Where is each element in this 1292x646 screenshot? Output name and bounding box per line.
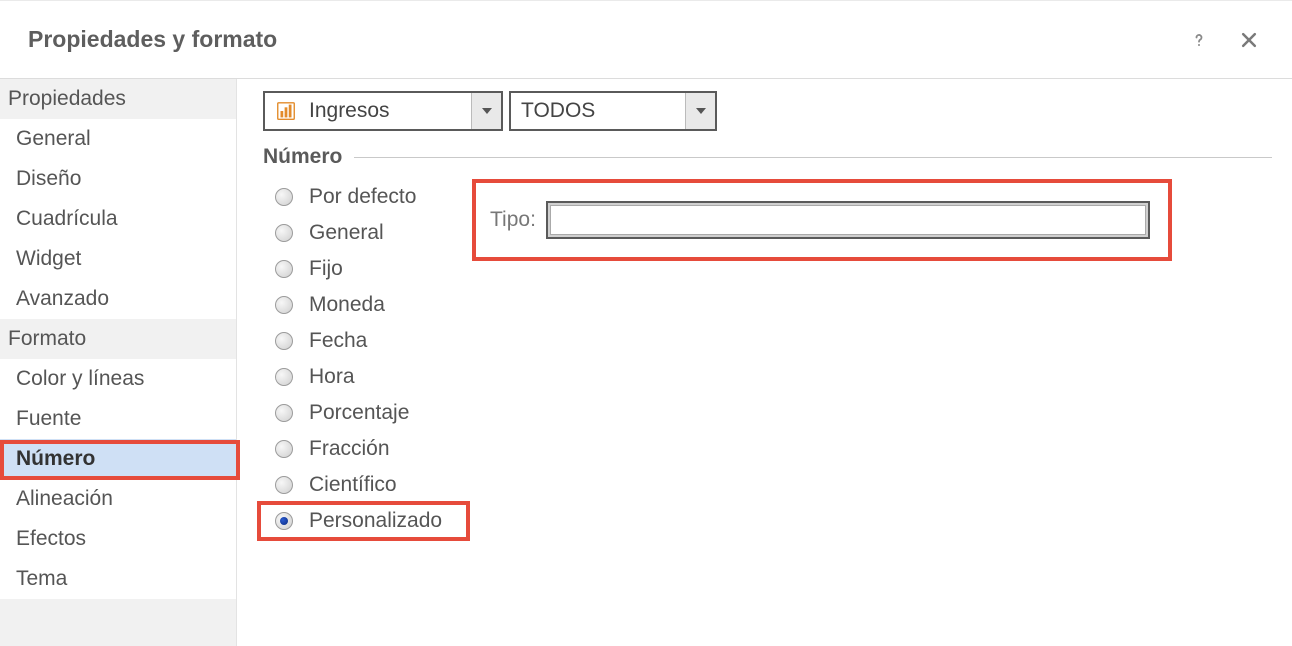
radio-icon [275, 224, 293, 242]
radio-hora[interactable]: Hora [271, 359, 462, 395]
sidebar-section-propiedades: Propiedades [0, 79, 236, 119]
fieldset-title-text: Número [263, 145, 342, 169]
dialog-body: Propiedades General Diseño Cuadrícula Wi… [0, 79, 1292, 646]
radio-general[interactable]: General [271, 215, 462, 251]
type-input-highlight: Tipo: [472, 179, 1172, 261]
radio-icon [275, 476, 293, 494]
radio-label: Hora [309, 365, 355, 389]
sidebar-item-widget[interactable]: Widget [0, 239, 236, 279]
radio-icon [275, 440, 293, 458]
sidebar-item-numero[interactable]: Número [0, 439, 236, 479]
radio-fraccion[interactable]: Fracción [271, 431, 462, 467]
radio-label: Fecha [309, 329, 367, 353]
radio-fijo[interactable]: Fijo [271, 251, 462, 287]
radio-label: Científico [309, 473, 397, 497]
radio-label: Fijo [309, 257, 343, 281]
radio-label: General [309, 221, 384, 245]
metric-select[interactable]: Ingresos [263, 91, 503, 131]
main-panel: Ingresos TODOS Número [237, 79, 1292, 646]
type-input[interactable] [550, 205, 1146, 235]
radio-label: Por defecto [309, 185, 416, 209]
radio-icon [275, 404, 293, 422]
metric-select-label: Ingresos [309, 99, 471, 123]
radio-icon [275, 332, 293, 350]
radio-label: Moneda [309, 293, 385, 317]
radio-label: Fracción [309, 437, 390, 461]
radio-icon [275, 296, 293, 314]
sidebar-item-color-lineas[interactable]: Color y líneas [0, 359, 236, 399]
sidebar-item-alineacion[interactable]: Alineación [0, 479, 236, 519]
radio-porcentaje[interactable]: Porcentaje [271, 395, 462, 431]
sidebar-item-general[interactable]: General [0, 119, 236, 159]
number-format-radios: Por defecto General Fijo Moneda [257, 179, 462, 539]
radio-personalizado-highlight: Personalizado [271, 503, 462, 539]
radio-moneda[interactable]: Moneda [271, 287, 462, 323]
radio-icon [275, 512, 293, 530]
sidebar-item-avanzado[interactable]: Avanzado [0, 279, 236, 319]
sidebar-section-formato: Formato [0, 319, 236, 359]
sidebar-item-diseno[interactable]: Diseño [0, 159, 236, 199]
divider [354, 157, 1272, 158]
chevron-down-icon [471, 93, 501, 129]
fieldset-title: Número [263, 145, 1272, 169]
help-icon[interactable] [1186, 27, 1212, 53]
radio-icon [275, 188, 293, 206]
radio-label: Porcentaje [309, 401, 409, 425]
scope-select[interactable]: TODOS [509, 91, 717, 131]
titlebar: Propiedades y formato [0, 1, 1292, 79]
chevron-down-icon [685, 93, 715, 129]
dialog-title: Propiedades y formato [28, 26, 277, 53]
radio-cientifico[interactable]: Científico [271, 467, 462, 503]
radio-icon [275, 368, 293, 386]
titlebar-actions [1186, 27, 1262, 53]
sidebar-item-efectos[interactable]: Efectos [0, 519, 236, 559]
radio-personalizado[interactable]: Personalizado [271, 503, 462, 539]
content-row: Por defecto General Fijo Moneda [257, 179, 1272, 539]
sidebar-item-tema[interactable]: Tema [0, 559, 236, 599]
radio-fecha[interactable]: Fecha [271, 323, 462, 359]
sidebar-item-cuadricula[interactable]: Cuadrícula [0, 199, 236, 239]
type-input-wrap [546, 201, 1150, 239]
radio-icon [275, 260, 293, 278]
sidebar-item-fuente[interactable]: Fuente [0, 399, 236, 439]
scope-select-label: TODOS [521, 99, 685, 123]
type-label: Tipo: [490, 208, 536, 232]
close-icon[interactable] [1236, 27, 1262, 53]
radio-por-defecto[interactable]: Por defecto [271, 179, 462, 215]
radio-label: Personalizado [309, 509, 442, 533]
selector-row: Ingresos TODOS [263, 91, 1272, 131]
properties-format-dialog: Propiedades y formato Propiedades Genera… [0, 0, 1292, 646]
sidebar: Propiedades General Diseño Cuadrícula Wi… [0, 79, 237, 646]
metric-icon [275, 100, 297, 122]
